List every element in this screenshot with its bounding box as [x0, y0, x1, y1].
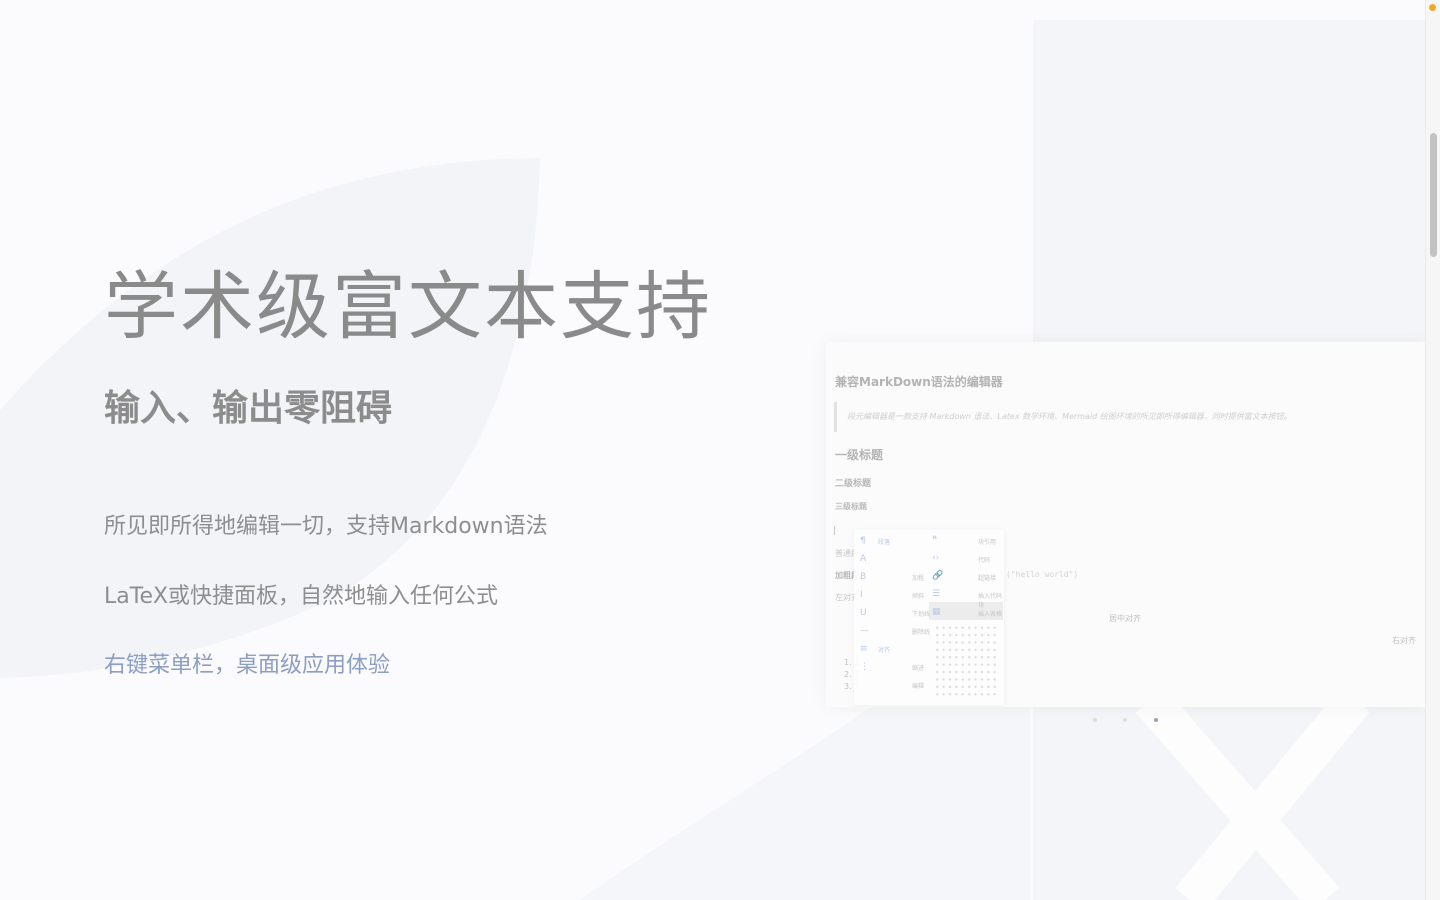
- editor-preview-image: 兼容MarkDown语法的编辑器 段元编辑器是一款支持 Markdown 语法、…: [826, 342, 1426, 707]
- ctx-item-label: 下划线: [912, 611, 931, 618]
- ctx-item-icon: 🔗: [932, 571, 944, 581]
- ctx-item-icon: ≡: [860, 644, 868, 654]
- ctx-item-icon: —: [860, 626, 869, 636]
- carousel-dot-3[interactable]: [1154, 718, 1158, 722]
- ctx-item-icon: ☰: [932, 589, 941, 599]
- preview-text-cursor: [834, 526, 835, 535]
- preview-h1: 一级标题: [835, 448, 884, 462]
- feature-wysiwyg: 所见即所得地编辑一切，支持Markdown语法: [104, 514, 548, 539]
- ctx-item-label: 对齐: [878, 647, 891, 654]
- ctx-item-label: 加粗: [912, 575, 925, 582]
- ctx-menu-row: U 下划线 ▦ 插入表格: [854, 604, 1004, 622]
- ctx-item-label: 代码: [978, 557, 991, 564]
- carousel-dot-2[interactable]: [1123, 718, 1127, 722]
- ctx-menu-row: 编辑: [854, 676, 1004, 694]
- ctx-item-icon: ▦: [932, 607, 941, 617]
- ctx-menu-row: I 倾斜 ☰ 插入代码块: [854, 586, 1004, 609]
- ctx-item-icon: ¶: [860, 536, 866, 546]
- hero-title: 学术级富文本支持: [104, 264, 712, 350]
- ctx-item-label: 段落: [878, 539, 891, 546]
- preview-doc-title: 兼容MarkDown语法的编辑器: [835, 375, 1003, 389]
- ctx-menu-row: ≡ 对齐: [854, 640, 1004, 658]
- ctx-item-label: 缩进: [912, 665, 925, 672]
- ctx-menu-row: B 加粗 🔗 超链接: [854, 568, 1004, 586]
- carousel-dots: [1093, 718, 1163, 724]
- ctx-item-icon: ❝: [932, 535, 937, 545]
- carousel-dot-1[interactable]: [1093, 718, 1097, 722]
- ctx-item-label: 超链接: [978, 575, 997, 582]
- vertical-scrollbar[interactable]: [1425, 0, 1440, 900]
- ctx-menu-row: — 删除线: [854, 622, 1004, 640]
- scrollbar-thumb[interactable]: [1430, 133, 1437, 257]
- feature-context-menu-link[interactable]: 右键菜单栏，桌面级应用体验: [104, 651, 390, 681]
- ctx-item-label: 编辑: [912, 683, 925, 690]
- ctx-menu-row: ⋮ 缩进: [854, 658, 1004, 676]
- preview-right-text: 右对齐: [1392, 636, 1416, 645]
- ctx-item-icon: ‹›: [932, 553, 940, 563]
- preview-quote-text: 段元编辑器是一款支持 Markdown 语法、Latex 数学环境、Mermai…: [847, 412, 1292, 421]
- ctx-item-icon: B: [860, 572, 867, 582]
- ctx-item-icon: I: [860, 590, 863, 600]
- preview-context-menu: ¶ 段落 ❝ 块引用 A ‹› 代码 B 加粗 🔗 超链接 I 倾斜 ☰ 插入代码块 U 下划线 ▦ 插入表格 — 删除…: [854, 530, 1004, 705]
- preview-center-text: 居中对齐: [1109, 614, 1141, 623]
- ctx-item-label: 块引用: [978, 539, 997, 546]
- ctx-item-label: 插入表格: [978, 611, 1003, 618]
- notification-dot: [1429, 4, 1436, 11]
- ctx-item-icon: ⋮: [860, 662, 869, 672]
- ctx-item-label: 倾斜: [912, 593, 925, 600]
- preview-h3: 三级标题: [835, 502, 867, 511]
- preview-h2: 二级标题: [835, 479, 872, 489]
- ctx-menu-row: ¶ 段落 ❝ 块引用: [854, 532, 1004, 550]
- ctx-menu-row: A ‹› 代码: [854, 550, 1004, 568]
- preview-code-snippet: ("hello world"): [1006, 570, 1079, 579]
- hero-subtitle: 输入、输出零阻碍: [104, 388, 393, 429]
- ctx-item-label: 删除线: [912, 629, 931, 636]
- feature-latex: LaTeX或快捷面板，自然地输入任何公式: [104, 584, 499, 609]
- ctx-item-icon: U: [860, 608, 867, 618]
- ctx-item-icon: A: [860, 554, 867, 564]
- preview-blockquote: 段元编辑器是一款支持 Markdown 语法、Latex 数学环境、Mermai…: [834, 402, 1397, 432]
